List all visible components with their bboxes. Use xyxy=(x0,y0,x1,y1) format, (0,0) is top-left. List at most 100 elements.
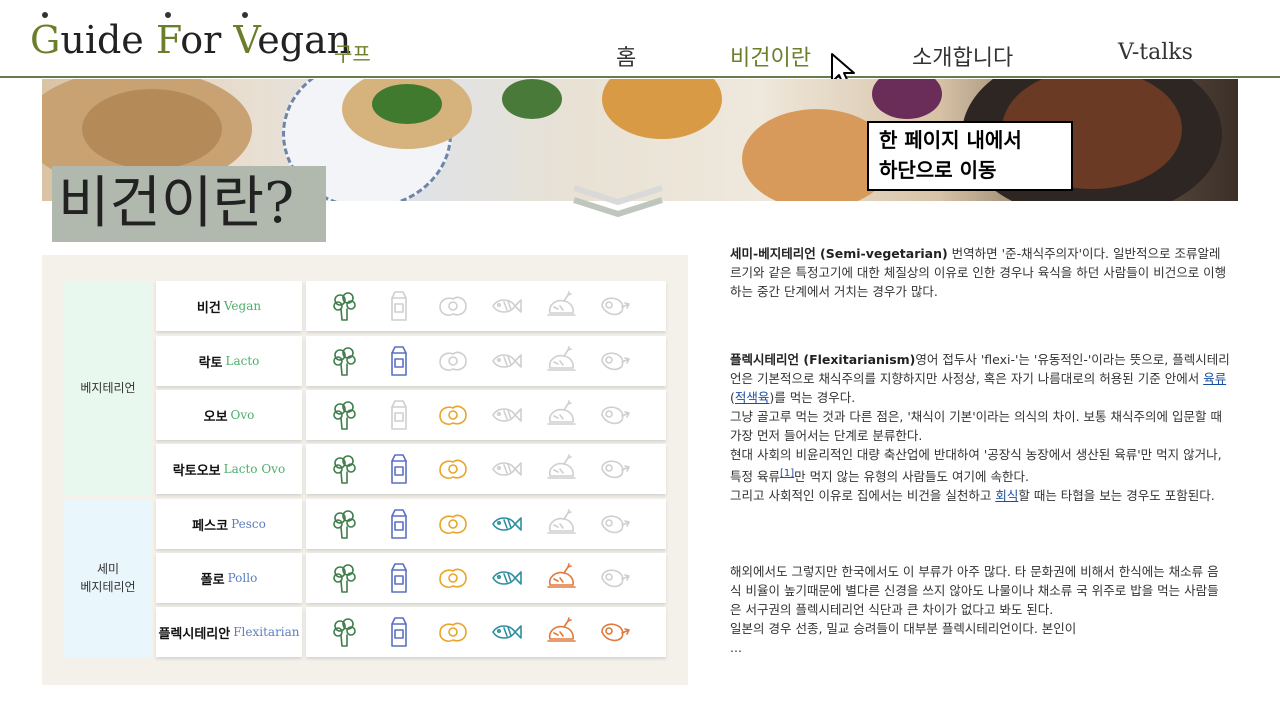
broccoli-icon xyxy=(333,618,356,647)
egg-icon xyxy=(439,622,467,642)
chicken-icon xyxy=(547,454,576,479)
logo-subtitle: 구프 xyxy=(334,42,371,66)
diet-row-food-icons xyxy=(306,336,666,386)
egg-icon xyxy=(439,405,467,425)
site-logo[interactable]: Guide For Vegan xyxy=(30,18,351,62)
milk-carton-icon xyxy=(391,400,407,430)
egg-icon xyxy=(439,568,467,588)
korea-paragraph: 해외에서도 그렇지만 한국에서도 이 부류가 아주 많다. 타 문화권에 비해서… xyxy=(730,562,1230,657)
fish-icon xyxy=(492,517,522,531)
diet-row-food-icons xyxy=(306,553,666,603)
diet-name-english: Lacto Ovo xyxy=(223,462,286,476)
broccoli-icon xyxy=(333,564,356,593)
diet-name-english: Ovo xyxy=(230,408,255,422)
chicken-icon xyxy=(547,563,576,588)
semi-vegetarian-term: 세미-베지테리언 (Semi-vegetarian) xyxy=(730,246,948,261)
ham-icon xyxy=(601,460,630,479)
logo-letter-f: F xyxy=(155,18,181,62)
diet-row-label: 페스코 Pesco xyxy=(156,499,302,549)
egg-icon xyxy=(439,459,467,479)
broccoli-icon xyxy=(333,510,356,539)
logo-text-1: uide xyxy=(60,18,156,62)
diet-row-label: 플렉시테리안 Flexitarian xyxy=(156,607,302,657)
diet-name-korean: 페스코 xyxy=(192,518,229,534)
nav-home[interactable]: 홈 xyxy=(616,40,636,72)
diet-name-english: Lacto xyxy=(225,354,260,368)
ham-icon xyxy=(601,406,630,425)
diet-row-food-icons xyxy=(306,390,666,440)
broccoli-icon xyxy=(333,347,356,376)
diet-name-korean: 비건 xyxy=(196,300,221,316)
text-ellipsis: ... xyxy=(730,640,742,655)
chicken-icon xyxy=(547,509,576,534)
diet-name-korean: 락토 xyxy=(198,355,223,371)
page-title: 비건이란? xyxy=(52,166,326,242)
diet-type-table: 베지테리언 세미 베지테리언 비건 Vegan 락토 Lacto 오보 Ovo 락토오보 La… xyxy=(42,255,688,685)
category-semi-vegetarian: 세미 베지테리언 xyxy=(64,499,152,657)
diet-row-food-icons xyxy=(306,607,666,657)
diet-row-food-icons xyxy=(306,444,666,494)
link-company-dinner[interactable]: 회식 xyxy=(995,488,1018,503)
callout-line-2: 하단으로 이동 xyxy=(879,158,997,182)
ham-icon xyxy=(601,623,630,642)
avocado-shape xyxy=(502,79,562,119)
milk-carton-icon xyxy=(391,563,407,593)
logo-letter-g: G xyxy=(30,18,61,62)
diet-name-english: Pollo xyxy=(227,571,258,585)
milk-carton-icon xyxy=(391,617,407,647)
diet-row-label: 락토오보 Lacto Ovo xyxy=(156,444,302,494)
link-red-meat[interactable]: 적색육 xyxy=(735,390,770,405)
category-semi-label-1: 세미 xyxy=(96,562,120,576)
nav-about-vegan[interactable]: 비건이란 xyxy=(730,40,811,72)
ham-icon xyxy=(601,569,630,588)
sauce-bowl-shape xyxy=(602,79,722,139)
egg-icon xyxy=(439,514,467,534)
japan-text: 일본의 경우 선종, 밀교 승려들이 대부분 플렉시테리언이다. 본인이 xyxy=(730,621,1077,636)
flexitarian-text-g: 그리고 사회적인 이유로 집에서는 비건을 실천하고 xyxy=(730,488,996,504)
logo-text-2: or xyxy=(180,18,234,62)
fish-icon xyxy=(492,571,522,585)
milk-carton-icon xyxy=(391,291,407,321)
flexitarian-text-f: 만 먹지 않는 유형의 사람들도 여기에 속한다. xyxy=(794,469,1029,485)
flexitarian-paragraph: 플렉시테리언 (Flexitarianism)영어 접두사 'flexi-'는 … xyxy=(730,350,1230,505)
flexitarian-text-d: 그냥 골고루 먹는 것과 다른 점은, '채식이 기본'이라는 의식의 차이. … xyxy=(730,409,1222,443)
fish-icon xyxy=(492,625,522,639)
chicken-icon xyxy=(547,291,576,316)
category-vegetarian-label: 베지테리언 xyxy=(80,381,136,395)
broccoli-icon xyxy=(333,455,356,484)
fish-icon xyxy=(492,408,522,422)
link-meat[interactable]: 육류 xyxy=(1203,371,1226,386)
broccoli-icon xyxy=(333,401,356,430)
korea-text: 해외에서도 그렇지만 한국에서도 이 부류가 아주 많다. 타 문화권에 비해서… xyxy=(730,564,1219,617)
diet-name-korean: 락토오보 xyxy=(172,463,221,479)
flexitarian-text-h: 할 때는 타협을 보는 경우도 포함된다. xyxy=(1018,488,1215,504)
diet-name-english: Vegan xyxy=(223,299,262,313)
herb-shape xyxy=(372,84,442,124)
diet-name-korean: 폴로 xyxy=(200,572,225,588)
flexitarian-text-c: )를 먹는 경우다. xyxy=(769,390,856,405)
nav-v-talks[interactable]: V-talks xyxy=(1118,40,1193,65)
scroll-down-chevron-icon[interactable] xyxy=(570,184,666,220)
fish-icon xyxy=(492,354,522,368)
egg-icon xyxy=(439,296,467,316)
diet-row-label: 비건 Vegan xyxy=(156,281,302,331)
chicken-icon xyxy=(547,346,576,371)
tortilla-shape-inner xyxy=(82,89,222,169)
ham-icon xyxy=(601,297,630,316)
chicken-icon xyxy=(547,400,576,425)
footnote-link-1[interactable]: [1] xyxy=(780,468,794,479)
category-vegetarian: 베지테리언 xyxy=(64,281,152,495)
diet-row-food-icons xyxy=(306,499,666,549)
navigation-callout: 한 페이지 내에서 하단으로 이동 xyxy=(867,121,1073,191)
diet-name-english: Flexitarian xyxy=(233,625,300,639)
milk-carton-icon xyxy=(391,509,407,539)
logo-letter-v: V xyxy=(233,18,258,62)
callout-line-1: 한 페이지 내에서 xyxy=(879,128,1022,152)
chicken-icon xyxy=(547,617,576,642)
broccoli-icon xyxy=(333,292,356,321)
diet-row-label: 락토 Lacto xyxy=(156,336,302,386)
diet-name-korean: 오보 xyxy=(203,409,228,425)
fish-icon xyxy=(492,462,522,476)
cabbage-shape xyxy=(872,79,942,119)
nav-introduction[interactable]: 소개합니다 xyxy=(912,40,1013,72)
